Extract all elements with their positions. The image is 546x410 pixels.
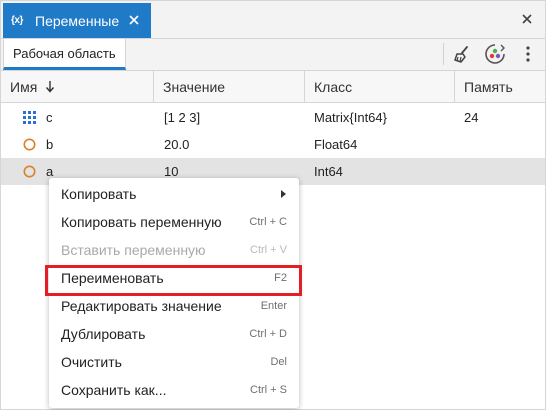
workspace-toolbar: Рабочая область [1, 39, 545, 71]
menu-item-shortcut: Enter [260, 300, 287, 312]
arrow-down-icon [45, 80, 55, 93]
table-header: Имя Значение Класс Память [1, 71, 545, 103]
close-icon[interactable] [519, 11, 535, 27]
menu-item-label: Копировать [61, 186, 137, 202]
menu-item-copy[interactable]: Копировать [49, 180, 299, 208]
tab-variables[interactable]: {x} Переменные [3, 3, 151, 38]
tab-workspace[interactable]: Рабочая область [3, 39, 126, 70]
menu-item-label: Дублировать [61, 326, 146, 342]
column-header-name[interactable]: Имя [1, 71, 154, 102]
column-header-label: Имя [10, 78, 38, 95]
cell-class: Matrix{Int64} [314, 110, 387, 125]
variables-icon: {x} [11, 15, 23, 26]
cell-class: Float64 [314, 137, 358, 152]
menu-item-label: Сохранить как... [61, 382, 167, 398]
menu-item-clear[interactable]: Очистить Del [49, 348, 299, 376]
menu-item-label: Очистить [61, 354, 122, 370]
more-vertical-icon[interactable] [515, 42, 541, 66]
column-header-label: Значение [163, 78, 226, 95]
menu-item-label: Вставить переменную [61, 242, 206, 258]
cell-value: 20.0 [164, 137, 190, 152]
cell-value: [1 2 3] [164, 110, 201, 125]
menu-item-shortcut: Ctrl + D [249, 328, 287, 340]
column-header-label: Класс [314, 78, 353, 95]
toolbar-divider [443, 43, 444, 65]
menu-item-shortcut: Ctrl + V [250, 244, 287, 256]
panel-tab-bar: {x} Переменные [1, 1, 545, 39]
column-header-class[interactable]: Класс [305, 71, 455, 102]
cell-name: b [46, 137, 54, 152]
tab-variables-label: Переменные [35, 12, 120, 29]
column-header-value[interactable]: Значение [154, 71, 305, 102]
menu-item-shortcut: Del [270, 356, 287, 368]
workspace-browser-icon[interactable] [482, 42, 508, 66]
menu-item-shortcut: F2 [274, 272, 287, 284]
menu-item-shortcut: Ctrl + C [249, 216, 287, 228]
menu-item-shortcut: Ctrl + S [250, 384, 287, 396]
menu-item-duplicate[interactable]: Дублировать Ctrl + D [49, 320, 299, 348]
matrix-icon [23, 111, 36, 124]
menu-item-save-as[interactable]: Сохранить как... Ctrl + S [49, 376, 299, 404]
menu-item-paste-variable: Вставить переменную Ctrl + V [49, 236, 299, 264]
cell-class: Int64 [314, 164, 343, 179]
menu-item-rename[interactable]: Переименовать F2 [49, 264, 299, 292]
scalar-circle-icon [23, 138, 36, 151]
broom-icon[interactable] [449, 42, 475, 66]
menu-item-copy-variable[interactable]: Копировать переменную Ctrl + C [49, 208, 299, 236]
close-icon[interactable] [125, 11, 143, 29]
cell-name: c [46, 110, 53, 125]
cell-memory: 24 [464, 110, 479, 125]
scalar-circle-icon [23, 165, 36, 178]
menu-item-label: Редактировать значение [61, 298, 222, 314]
context-menu: Копировать Копировать переменную Ctrl + … [49, 178, 299, 408]
menu-item-label: Копировать переменную [61, 214, 222, 230]
menu-item-edit-value[interactable]: Редактировать значение Enter [49, 292, 299, 320]
submenu-arrow-icon [281, 190, 286, 198]
column-header-label: Память [464, 78, 513, 95]
table-row[interactable]: b 20.0 Float64 [1, 131, 545, 158]
column-header-memory[interactable]: Память [455, 71, 545, 102]
menu-item-label: Переименовать [61, 270, 164, 286]
variables-panel: {x} Переменные Рабочая область Имя Значе… [0, 0, 546, 410]
table-row[interactable]: c [1 2 3] Matrix{Int64} 24 [1, 104, 545, 131]
